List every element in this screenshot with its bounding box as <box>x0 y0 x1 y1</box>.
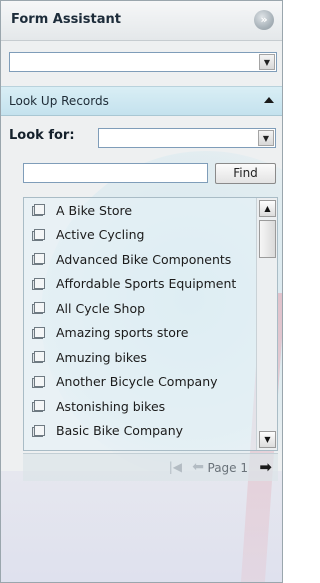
record-label: Basic Bike Company <box>56 423 184 439</box>
search-input[interactable] <box>23 163 208 183</box>
previous-page-arrow-icon[interactable]: ⬅ <box>192 459 204 475</box>
record-label: All Cycle Shop <box>56 300 146 316</box>
list-item[interactable]: Amazing sports store <box>24 321 255 346</box>
record-label: A Bike Store <box>56 202 133 218</box>
record-icon <box>32 252 49 266</box>
record-icon <box>32 350 49 364</box>
record-label: Advanced Bike Components <box>56 251 232 267</box>
find-button[interactable]: Find <box>215 163 276 184</box>
list-item[interactable]: All Cycle Shop <box>24 296 255 321</box>
chevron-down-icon[interactable]: ▼ <box>258 130 274 146</box>
records-list[interactable]: A Bike Store Active Cycling Advanced Bik… <box>23 197 278 451</box>
scroll-up-arrow-icon[interactable]: ▲ <box>259 200 276 217</box>
list-item[interactable]: Affordable Sports Equipment <box>24 272 255 297</box>
list-item[interactable]: Another Bicycle Company <box>24 370 255 395</box>
record-label: Amazing sports store <box>56 325 189 341</box>
double-chevron-right-icon[interactable]: » <box>254 10 274 30</box>
record-icon <box>32 203 49 217</box>
record-label: Amuzing bikes <box>56 349 147 365</box>
pane-header: Form Assistant » <box>1 1 282 41</box>
triangle-up-icon[interactable] <box>264 97 274 103</box>
record-label: Affordable Sports Equipment <box>56 276 237 292</box>
look-for-dropdown[interactable]: ▼ <box>98 128 276 148</box>
record-icon <box>32 424 49 438</box>
section-title: Look Up Records <box>9 94 109 108</box>
list-item[interactable]: Active Cycling <box>24 223 255 248</box>
record-label: Another Bicycle Company <box>56 374 218 390</box>
pager: |◀ ⬅ Page 1 ➡ <box>23 453 278 481</box>
records-list-items: A Bike Store Active Cycling Advanced Bik… <box>24 198 255 450</box>
chevron-down-icon[interactable]: ▼ <box>259 54 275 70</box>
form-assistant-pane: Form Assistant » ▼ Look Up Records Look … <box>0 0 283 583</box>
record-icon <box>32 301 49 315</box>
pane-title: Form Assistant <box>11 12 121 27</box>
first-page-icon[interactable]: |◀ <box>169 460 182 474</box>
scroll-thumb[interactable] <box>259 220 276 258</box>
list-item[interactable]: A Bike Store <box>24 198 255 223</box>
scroll-down-arrow-icon[interactable]: ▼ <box>259 431 276 448</box>
look-for-label: Look for: <box>9 128 75 143</box>
form-selector-dropdown[interactable]: ▼ <box>9 52 277 72</box>
page-indicator: Page 1 <box>207 461 249 475</box>
list-item[interactable]: Advanced Bike Components <box>24 247 255 272</box>
record-icon <box>32 375 49 389</box>
lookup-section-header[interactable]: Look Up Records <box>1 86 282 116</box>
background-band <box>1 471 282 582</box>
list-item[interactable]: Astonishing bikes <box>24 394 255 419</box>
list-item[interactable]: Amuzing bikes <box>24 345 255 370</box>
record-icon <box>32 399 49 413</box>
list-scrollbar[interactable]: ▲ ▼ <box>256 198 277 450</box>
next-page-arrow-icon[interactable]: ➡ <box>259 458 272 476</box>
record-icon <box>32 228 49 242</box>
record-icon <box>32 277 49 291</box>
record-icon <box>32 326 49 340</box>
list-item[interactable]: Basic Bike Company <box>24 419 255 444</box>
record-label: Astonishing bikes <box>56 398 166 414</box>
record-label: Active Cycling <box>56 227 145 243</box>
